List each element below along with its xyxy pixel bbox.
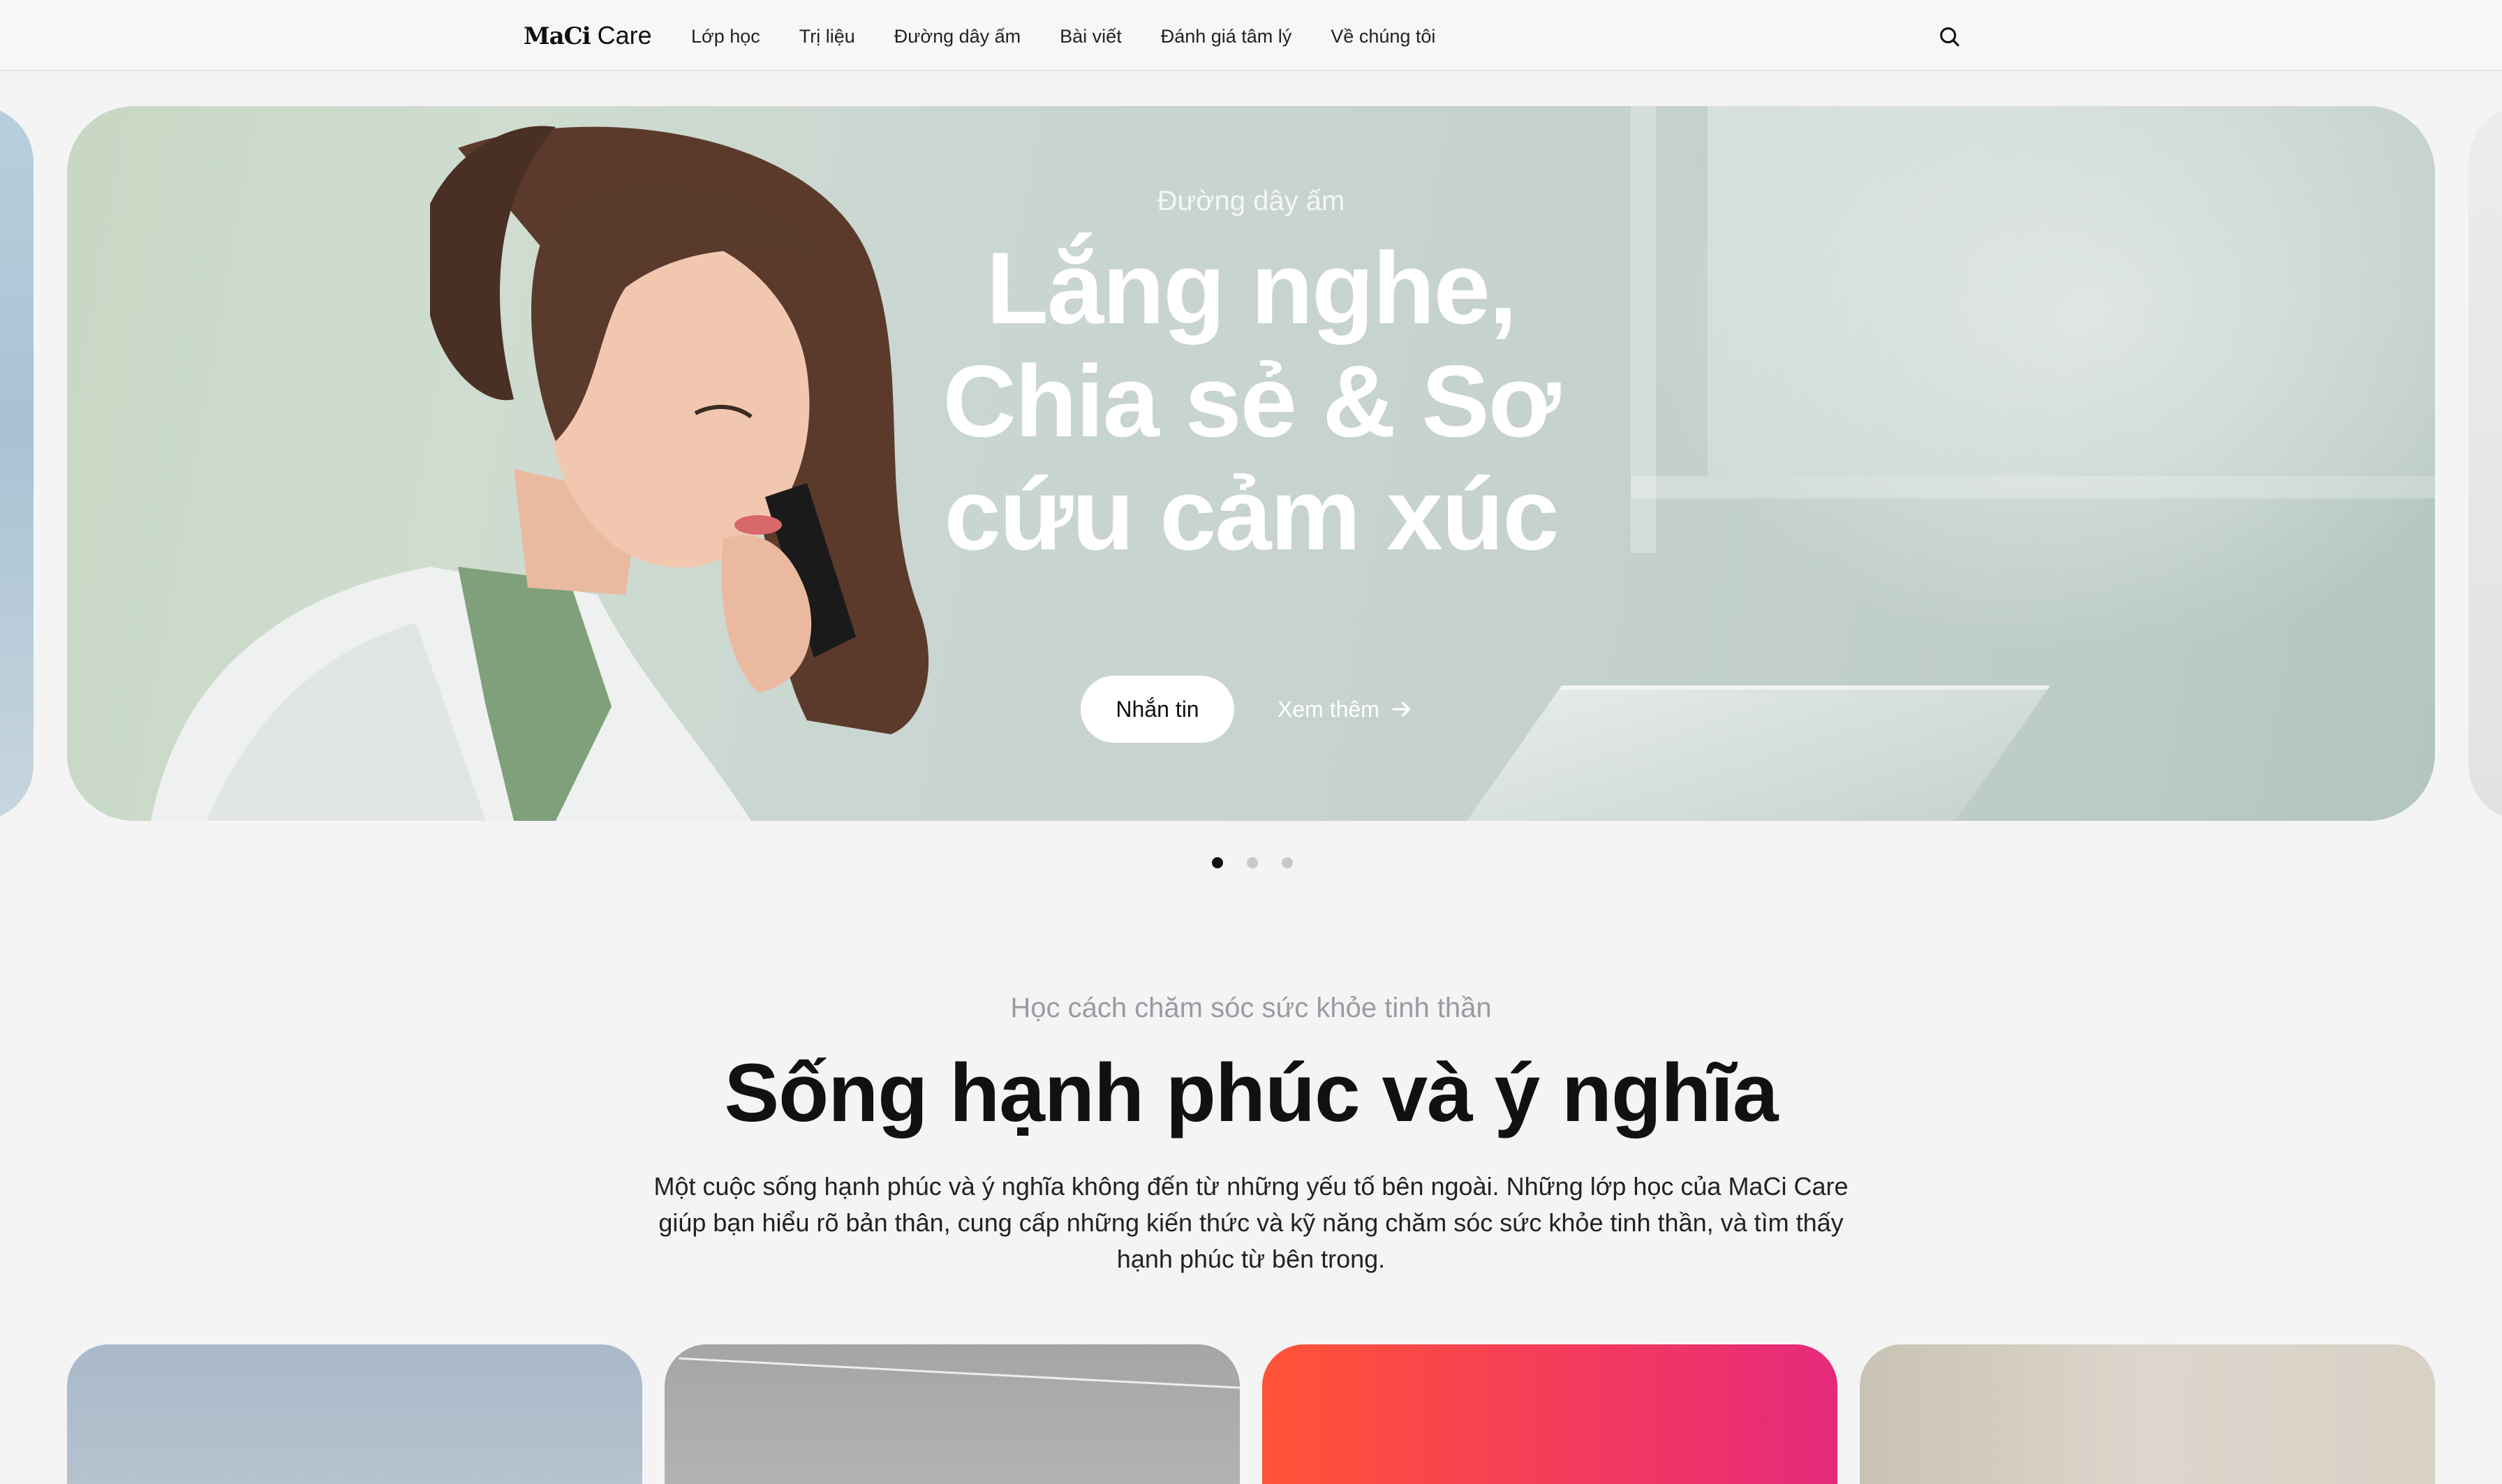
nav-item-about[interactable]: Về chúng tôi [1311, 24, 1455, 49]
class-card[interactable] [67, 1344, 642, 1484]
hero-slide: Đường dây ấm Lắng nghe, Chia sẻ & Sơ cứu… [67, 106, 2435, 821]
nav-item-warm-line[interactable]: Đường dây ấm [875, 24, 1040, 49]
logo[interactable]: MaCi Care [524, 21, 652, 52]
logo-word: Care [597, 21, 652, 50]
carousel-pagination [1212, 857, 1293, 868]
see-more-label: Xem thêm [1278, 696, 1379, 722]
top-navigation: MaCi Care Lớp học Trị liệu Đường dây ấm … [0, 0, 2502, 71]
hero-title: Lắng nghe, Chia sẻ & Sơ cứu cảm xúc [867, 232, 1635, 571]
class-card[interactable] [665, 1344, 1240, 1484]
section-description: Một cuộc sống hạnh phúc và ý nghĩa không… [653, 1172, 1849, 1273]
arrow-right-icon [1392, 702, 1410, 717]
hero-eyebrow: Đường dây ấm [1157, 186, 1345, 216]
see-more-link[interactable]: Xem thêm [1278, 676, 1414, 743]
class-card[interactable] [1262, 1344, 1837, 1484]
class-card[interactable] [1860, 1344, 2435, 1484]
nav-item-assessment[interactable]: Đánh giá tâm lý [1141, 24, 1312, 49]
carousel-prev-slide-peek[interactable] [0, 106, 34, 821]
hero-title-line: Lắng nghe, [986, 231, 1518, 345]
hero-title-line: cứu cảm xúc [944, 457, 1559, 571]
carousel-dot[interactable] [1212, 857, 1223, 868]
message-button[interactable]: Nhắn tin [1081, 676, 1234, 743]
carousel-dot[interactable] [1247, 857, 1258, 868]
hero-title-line: Chia sẻ & Sơ [942, 344, 1560, 458]
nav-item-classes[interactable]: Lớp học [691, 24, 780, 49]
search-button[interactable] [1934, 21, 1964, 52]
logo-mark: MaCi [524, 22, 591, 50]
card-decoration [679, 1357, 1240, 1390]
section-title: Sống hạnh phúc và ý nghĩa [724, 1047, 1778, 1139]
carousel-dot[interactable] [1282, 857, 1293, 868]
hero-content: Đường dây ấm Lắng nghe, Chia sẻ & Sơ cứu… [67, 106, 2435, 821]
carousel-next-slide-peek[interactable] [2468, 106, 2502, 821]
main-menu: Lớp học Trị liệu Đường dây ấm Bài viết Đ… [691, 24, 1455, 49]
search-icon [1940, 27, 1960, 47]
section-eyebrow: Học cách chăm sóc sức khỏe tinh thần [1010, 993, 1492, 1023]
nav-item-therapy[interactable]: Trị liệu [780, 24, 875, 49]
nav-item-articles[interactable]: Bài viết [1040, 24, 1141, 49]
